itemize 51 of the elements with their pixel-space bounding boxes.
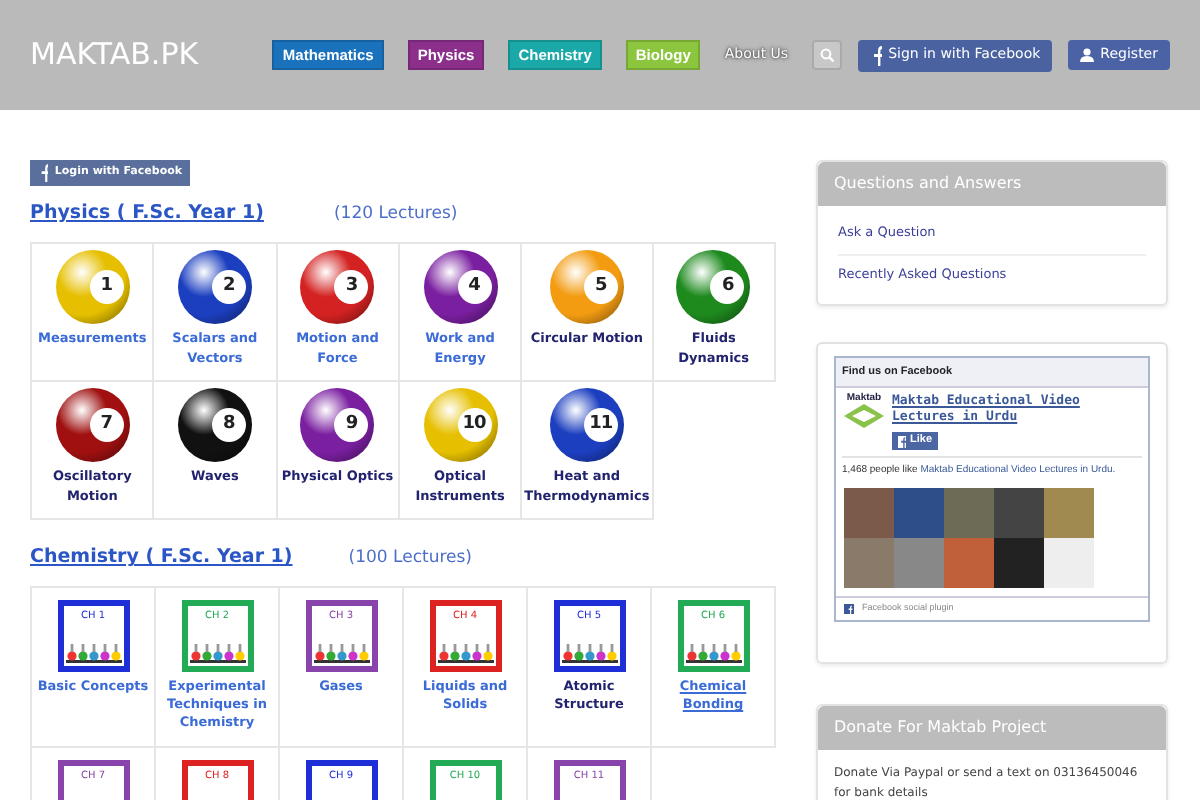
ball-number: 5 (583, 270, 618, 305)
flasks-drawing (189, 643, 245, 663)
ball-number: 1 (89, 270, 124, 305)
facebook-f-icon (898, 435, 906, 448)
billiard-ball-icon[interactable]: 8 (177, 388, 252, 463)
ball-number: 3 (334, 270, 369, 305)
photo-placeholder[interactable] (844, 538, 894, 589)
billiard-ball-icon[interactable]: 9 (300, 388, 375, 463)
photo-placeholder[interactable] (1044, 538, 1094, 589)
search-icon (820, 48, 835, 62)
photo-placeholder[interactable] (944, 538, 994, 589)
billiard-ball-icon[interactable]: 2 (177, 250, 252, 325)
billiard-ball-icon[interactable]: 11 (549, 388, 624, 463)
lecture-count: (100 Lectures) (348, 546, 472, 572)
ball-number: 9 (334, 408, 369, 443)
facebook-f-icon (38, 164, 49, 182)
user-icon (1080, 47, 1095, 62)
panel-title: Questions and Answers (818, 162, 1166, 206)
flasks-drawing (65, 643, 121, 663)
section-title-link[interactable]: Physics ( F.Sc. Year 1) (30, 200, 264, 229)
ball-number: 10 (457, 408, 492, 443)
billiard-ball-icon[interactable]: 3 (300, 250, 375, 325)
flasks-drawing (685, 643, 741, 663)
photo-placeholder[interactable] (994, 538, 1044, 589)
photo-placeholder[interactable] (894, 538, 944, 589)
ball-number: 11 (583, 408, 618, 443)
lecture-count: (120 Lectures) (333, 202, 458, 228)
ball-number: 7 (89, 408, 124, 443)
photo-placeholder[interactable] (894, 488, 944, 539)
photo-placeholder[interactable] (994, 488, 1044, 539)
billiard-ball-icon[interactable]: 4 (423, 250, 498, 325)
ball-number: 2 (211, 270, 246, 305)
section-title-link[interactable]: Chemistry ( F.Sc. Year 1) (30, 544, 293, 573)
ball-number: 4 (457, 270, 492, 305)
photo-placeholder[interactable] (944, 488, 994, 539)
facebook-f-icon (870, 45, 883, 65)
flasks-drawing (437, 643, 493, 663)
photo-placeholder[interactable] (844, 488, 894, 539)
flasks-drawing (313, 643, 369, 663)
ball-number: 6 (710, 270, 745, 305)
search-button[interactable] (812, 40, 843, 70)
flasks-drawing (561, 643, 617, 663)
facebook-icon (844, 604, 854, 615)
billiard-ball-icon[interactable]: 10 (423, 388, 498, 463)
ball-number: 8 (211, 408, 246, 443)
panel-title: Donate For Maktab Project (818, 706, 1166, 751)
billiard-ball-icon[interactable]: 5 (549, 250, 624, 325)
billiard-ball-icon[interactable]: 7 (55, 388, 130, 463)
billiard-ball-icon[interactable]: 1 (55, 250, 130, 325)
photo-placeholder[interactable] (1044, 488, 1094, 539)
billiard-ball-icon[interactable]: 6 (676, 250, 751, 325)
